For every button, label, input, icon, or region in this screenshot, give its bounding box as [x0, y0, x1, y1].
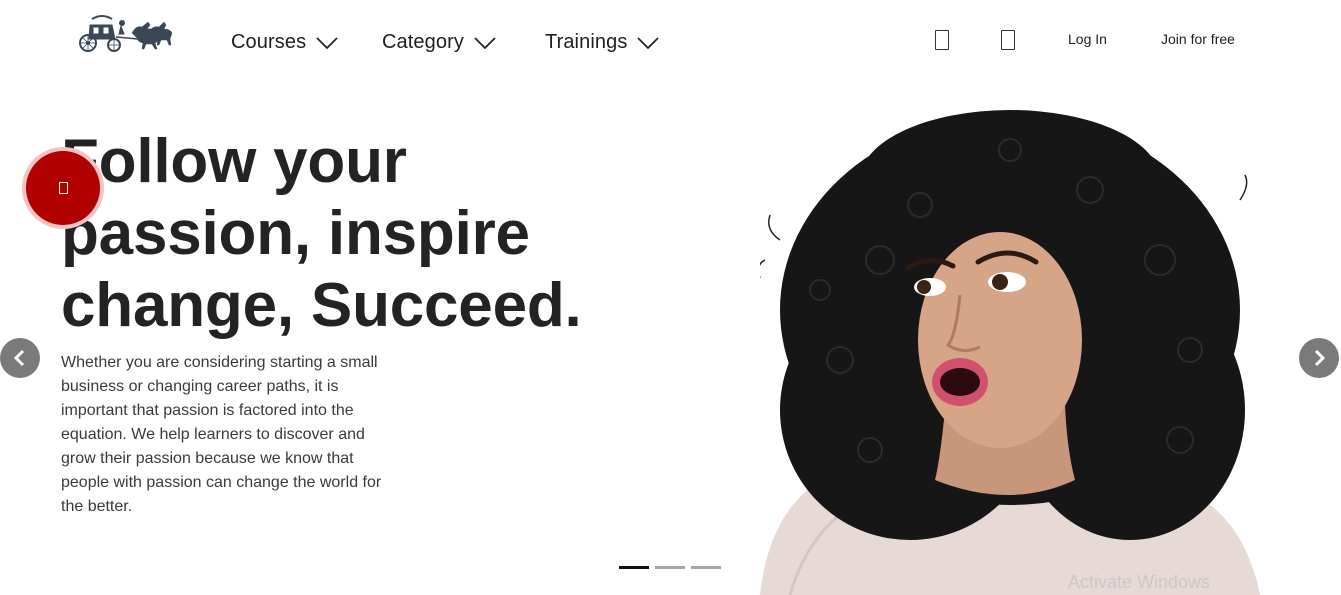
headline-line: change, Succeed. — [61, 271, 582, 340]
chevron-right-icon — [1314, 349, 1326, 367]
activate-windows-watermark: Activate Windows — [1068, 572, 1211, 592]
hero-headline: Follow your passion, inspire change, Suc… — [61, 126, 621, 342]
login-link[interactable]: Log In — [1068, 31, 1107, 47]
chevron-down-icon — [316, 36, 338, 49]
nav-category-label: Category — [382, 31, 464, 53]
headline-line: Follow your — [61, 127, 407, 196]
cart-icon[interactable] — [1001, 30, 1015, 50]
search-icon[interactable] — [935, 30, 949, 50]
nav-category[interactable]: Category — [382, 31, 497, 54]
placeholder-glyph-icon — [58, 182, 68, 194]
nav-courses[interactable]: Courses — [231, 31, 339, 54]
slider-prev-button[interactable] — [0, 338, 40, 378]
hero-description: Whether you are considering starting a s… — [61, 354, 382, 515]
nav-trainings[interactable]: Trainings — [545, 31, 660, 54]
hero-woman-photo — [760, 110, 1260, 595]
floating-action-button[interactable] — [22, 147, 104, 229]
chevron-down-icon — [637, 36, 660, 49]
slider-pagination — [619, 566, 721, 569]
chevron-down-icon — [474, 36, 496, 49]
join-free-link[interactable]: Join for free — [1161, 31, 1235, 47]
carriage-logo[interactable] — [76, 13, 180, 53]
floating-action-inner — [26, 151, 100, 225]
slider-dot[interactable] — [691, 566, 721, 569]
slider-dot[interactable] — [655, 566, 685, 569]
slider-next-button[interactable] — [1299, 338, 1339, 378]
chevron-left-icon — [13, 349, 25, 367]
nav-courses-label: Courses — [231, 31, 307, 53]
nav-trainings-label: Trainings — [545, 31, 628, 53]
slider-dot[interactable] — [619, 566, 649, 569]
headline-line: passion, inspire — [61, 199, 530, 268]
